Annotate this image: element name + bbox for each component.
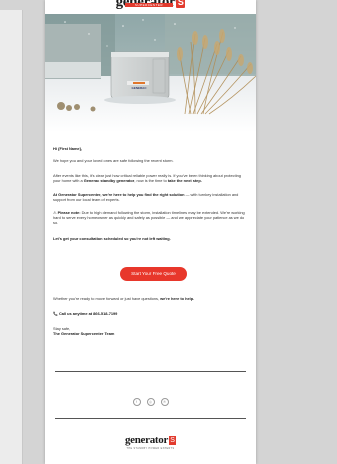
footer-logo-badge: S [169, 436, 177, 445]
start-free-quote-button[interactable]: Start Your Free Quote [120, 267, 187, 281]
paragraph-consultation: Let's get your consultation scheduled so… [53, 236, 171, 241]
paragraph-help: Whether you're ready to move forward or … [53, 296, 195, 301]
divider-top [55, 371, 246, 372]
email-body: generatorS SUPERCENTER [45, 0, 256, 464]
paragraph-reliable-power: After events like this, it's clear just … [53, 173, 241, 184]
footer-logo[interactable]: generator S THE STANDBY POWER EXPERTS [45, 430, 256, 450]
phone-icon: 📞 [53, 311, 58, 316]
logo-subtitle: SUPERCENTER [125, 3, 173, 7]
facebook-icon[interactable]: f [132, 398, 141, 406]
hero-generator-photo: GENERAC [45, 14, 256, 132]
generator-label: GENERAC [131, 86, 147, 90]
paragraph-intro: We hope you and your loved ones are safe… [53, 158, 174, 163]
phone-line[interactable]: 📞 Call us anytime at 866-518-7199 [53, 311, 248, 316]
side-panel [0, 10, 23, 464]
footer-tagline: THE STANDBY POWER EXPERTS [126, 447, 175, 450]
divider-bottom [55, 418, 246, 419]
social-icons: f ◎ ℗ [45, 390, 256, 408]
paragraph-note: ⚠ Please note: Due to high demand follow… [53, 210, 245, 226]
logo-badge: S [176, 0, 186, 8]
instagram-icon[interactable]: ◎ [146, 398, 155, 406]
hero-image: GENERAC [45, 14, 256, 132]
paragraph-solution: At Generator Supercenter, we're here to … [53, 192, 239, 203]
footer-logo-wordmark: generator [124, 434, 169, 446]
header-logo[interactable]: generatorS SUPERCENTER [45, 0, 256, 12]
greeting: Hi {First Name}, [53, 146, 83, 151]
pinterest-icon[interactable]: ℗ [160, 398, 169, 406]
signature: The Generator Supercenter Team [53, 331, 115, 336]
